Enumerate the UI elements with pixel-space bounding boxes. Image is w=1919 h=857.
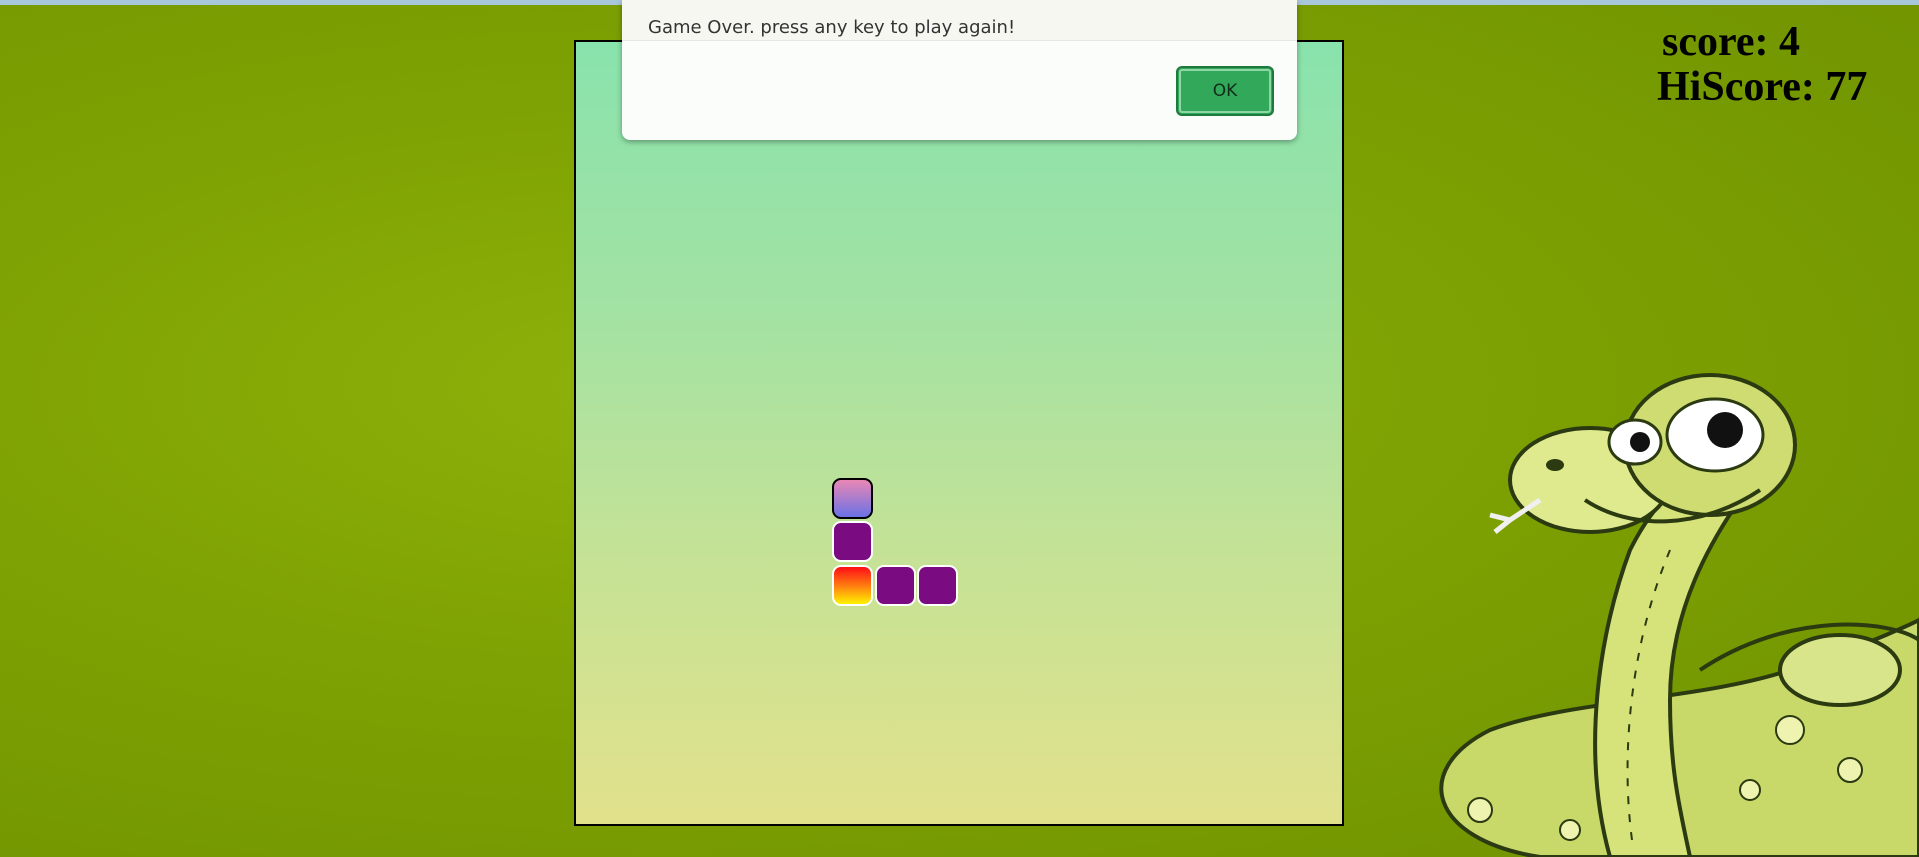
dialog-message: Game Over. press any key to play again! bbox=[648, 17, 1016, 38]
snake-body-segment bbox=[874, 564, 916, 606]
hiscore-display: HiScore: 77 bbox=[1657, 64, 1868, 110]
game-board[interactable] bbox=[574, 40, 1344, 826]
score-display: score: 4 bbox=[1662, 19, 1800, 65]
snake-mascot-illustration bbox=[1439, 373, 1919, 857]
snake-body-segment bbox=[917, 564, 959, 606]
game-over-dialog: Game Over. press any key to play again! … bbox=[622, 0, 1297, 140]
snake-body-segment bbox=[832, 521, 874, 563]
food-item bbox=[832, 564, 874, 606]
ok-button[interactable]: OK bbox=[1176, 66, 1274, 116]
snake-head bbox=[832, 477, 874, 519]
